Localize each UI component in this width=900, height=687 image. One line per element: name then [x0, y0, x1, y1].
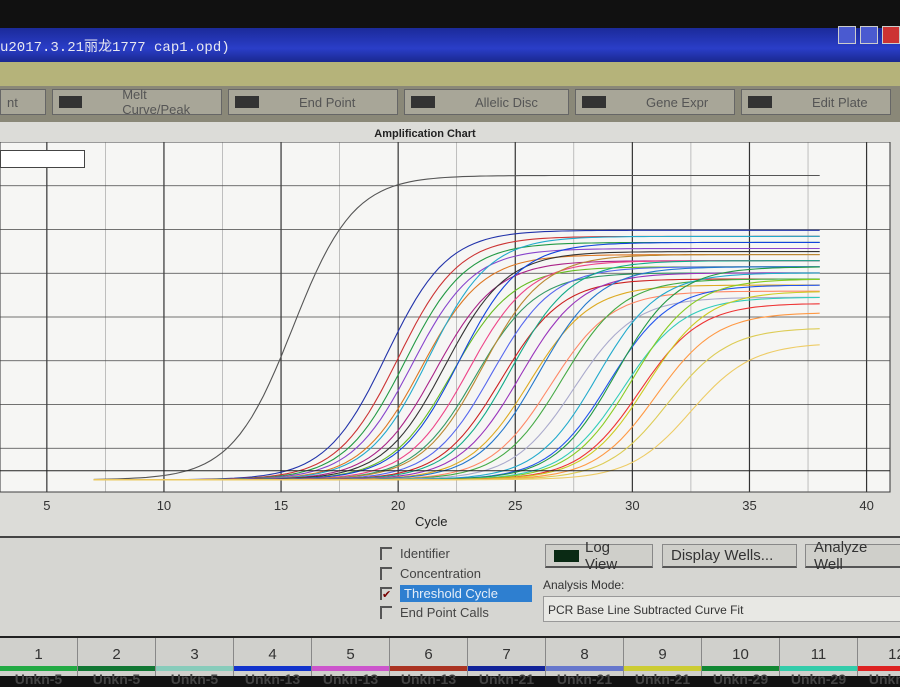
end-point-calls-checkbox[interactable]: End Point Calls [380, 605, 489, 620]
analyze-wells-button[interactable]: Analyze Well [805, 539, 900, 573]
checkbox-box[interactable] [380, 606, 392, 619]
x-tick-label: 35 [742, 498, 756, 512]
analysis-mode-label: Analysis Mode: [543, 578, 625, 592]
tab-label: nt [7, 94, 18, 110]
toolbar-strip [0, 62, 900, 86]
checkbox-label: End Point Calls [400, 605, 489, 620]
well-column-10[interactable]: 10 Unkn-29 [702, 638, 780, 687]
well-name: Unkn-5 [92, 671, 141, 687]
window-title-bar: u2017.3.21丽龙1777 cap1.opd) [0, 28, 900, 62]
x-tick-label: 10 [157, 498, 171, 512]
well-column-5[interactable]: 5 Unkn-13 [312, 638, 390, 687]
well-column-12[interactable]: 12 Unkn-29 [858, 638, 900, 687]
well-name: Unkn-13 [400, 671, 457, 687]
display-wells-button[interactable]: Display Wells... [662, 544, 797, 568]
x-tick-label: 5 [43, 498, 50, 512]
well-number: 1 [34, 646, 43, 663]
well-name: Unkn-29 [790, 671, 847, 687]
well-name: Unkn-21 [556, 671, 613, 687]
minimize-button[interactable] [838, 26, 856, 44]
identifier-checkbox[interactable]: Identifier [380, 546, 450, 561]
concentration-checkbox[interactable]: Concentration [380, 566, 481, 581]
chart-title: Amplification Chart [374, 128, 476, 140]
x-tick-label: 25 [508, 498, 522, 512]
well-number: 12 [888, 646, 900, 663]
check-icon[interactable]: ✔ [380, 587, 392, 601]
well-number: 5 [346, 646, 355, 663]
amplification-chart[interactable]: 5 10 15 20 25 30 35 40 [0, 142, 900, 512]
well-name: Unkn-29 [868, 671, 900, 687]
well-column-9[interactable]: 9 Unkn-21 [624, 638, 702, 687]
tab-indicator [582, 96, 606, 108]
well-name: Unkn-13 [322, 671, 379, 687]
tab-allelic-disc[interactable]: Allelic Disc [404, 89, 569, 115]
well-number: 2 [112, 646, 121, 663]
tab-edit-plate[interactable]: Edit Plate [741, 89, 891, 115]
button-label: Log View [584, 538, 618, 573]
tab-indicator [411, 96, 435, 108]
view-tabs: nt Melt Curve/Peak End Point Allelic Dis… [0, 86, 900, 122]
well-grid-header: 1 Unkn-5 2 Unkn-5 3 Unkn-5 4 Unkn-13 5 Unkn-13 6 Un… [0, 636, 900, 687]
well-number: 8 [580, 646, 589, 663]
tab-label: Gene Expr [646, 94, 709, 110]
well-name: Unkn-13 [244, 671, 301, 687]
well-name: Unkn-5 [170, 671, 219, 687]
threshold-cycle-checkbox[interactable]: ✔ Threshold Cycle [380, 585, 532, 602]
tab-label: Allelic Disc [475, 94, 538, 110]
button-label: Display Wells... [671, 547, 774, 564]
checkbox-label: Concentration [400, 566, 481, 581]
well-name: Unkn-21 [634, 671, 691, 687]
well-column-7[interactable]: 7 Unkn-21 [468, 638, 546, 687]
checkbox-box[interactable] [380, 567, 392, 580]
well-name: Unkn-5 [14, 671, 63, 687]
tab-0[interactable]: nt [0, 89, 46, 115]
well-column-3[interactable]: 3 Unkn-5 [156, 638, 234, 687]
tab-label: End Point [299, 94, 356, 110]
well-number: 11 [810, 646, 827, 663]
well-name: Unkn-29 [712, 671, 769, 687]
tab-indicator [748, 96, 772, 108]
tab-indicator [59, 96, 83, 108]
well-number: 6 [424, 646, 433, 663]
log-view-button[interactable]: Log View [545, 539, 653, 573]
button-label: Analyze Well [814, 538, 868, 573]
x-axis-label: Cycle [415, 514, 448, 529]
tab-melt-curve[interactable]: Melt Curve/Peak [52, 87, 222, 117]
checkbox-label: Identifier [400, 546, 450, 561]
close-button[interactable] [882, 26, 900, 44]
tab-end-point[interactable]: End Point [228, 89, 398, 115]
legend-box [0, 150, 85, 168]
well-column-4[interactable]: 4 Unkn-13 [234, 638, 312, 687]
well-column-2[interactable]: 2 Unkn-5 [78, 638, 156, 687]
well-number: 7 [502, 646, 511, 663]
well-column-6[interactable]: 6 Unkn-13 [390, 638, 468, 687]
well-number: 4 [268, 646, 277, 663]
checkbox-label: Threshold Cycle [400, 585, 532, 602]
well-column-11[interactable]: 11 Unkn-29 [780, 638, 858, 687]
x-tick-label: 30 [625, 498, 639, 512]
x-tick-label: 40 [859, 498, 873, 512]
log-view-indicator [554, 549, 579, 562]
analysis-mode-select[interactable]: PCR Base Line Subtracted Curve Fit [543, 596, 900, 622]
checkbox-box[interactable] [380, 547, 392, 560]
tab-indicator [235, 96, 259, 108]
well-number: 9 [658, 646, 667, 663]
well-column-1[interactable]: 1 Unkn-5 [0, 638, 78, 687]
tab-label: Melt Curve/Peak [122, 87, 191, 117]
window-title: u2017.3.21丽龙1777 cap1.opd) [0, 40, 230, 56]
tab-gene-expr[interactable]: Gene Expr [575, 89, 735, 115]
well-number: 3 [190, 646, 199, 663]
well-column-8[interactable]: 8 Unkn-21 [546, 638, 624, 687]
x-tick-label: 20 [391, 498, 405, 512]
well-number: 10 [732, 646, 749, 663]
amplification-chart-panel: Amplification Chart 5 10 15 20 25 30 35 40 Cycl… [0, 122, 900, 536]
well-name: Unkn-21 [478, 671, 535, 687]
tab-label: Edit Plate [812, 94, 868, 110]
analysis-controls: Identifier Concentration ✔ Threshold Cycl… [0, 536, 900, 636]
x-tick-label: 15 [274, 498, 288, 512]
maximize-button[interactable] [860, 26, 878, 44]
